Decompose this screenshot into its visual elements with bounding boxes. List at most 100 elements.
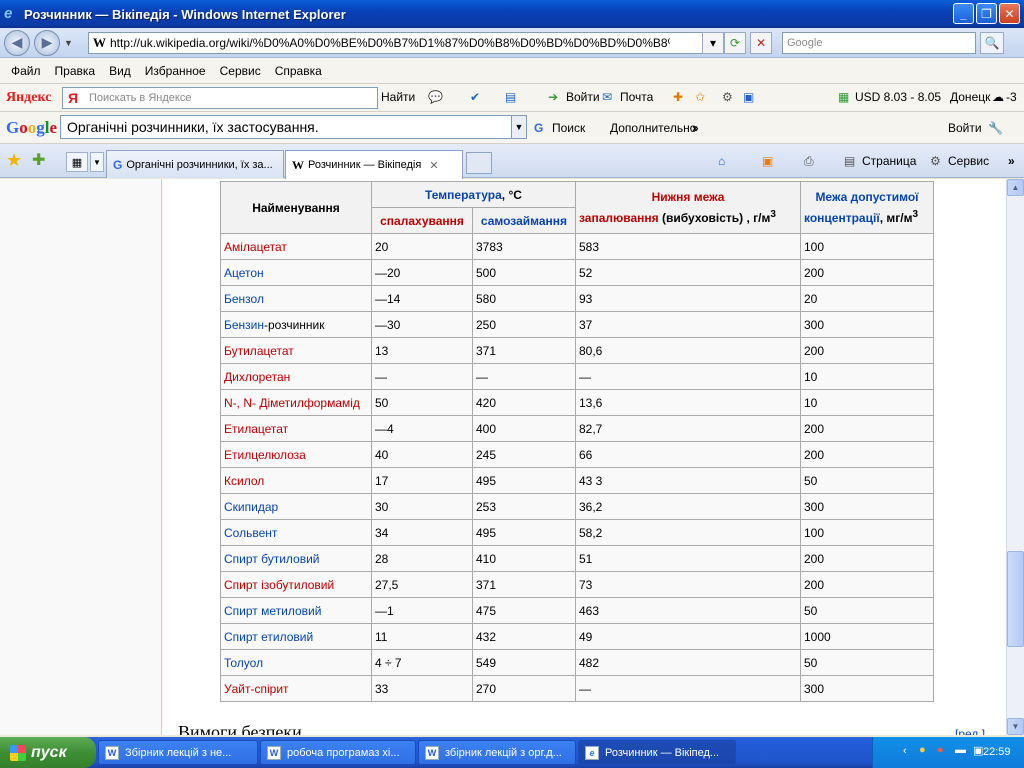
section-edit-link[interactable]: [ред.]	[955, 727, 985, 735]
rss-icon[interactable]: ▣	[762, 154, 773, 168]
tab-list-dropdown-icon[interactable]: ▼	[90, 152, 104, 172]
maximize-button[interactable]: ❐	[976, 3, 997, 24]
minimize-button[interactable]: _	[953, 3, 974, 24]
solvent-link[interactable]: Сольвент	[224, 526, 277, 540]
tab-close-icon[interactable]: ✕	[429, 159, 438, 172]
yandex-search-input[interactable]: Я Поискать в Яндексе	[62, 87, 378, 109]
wrench-icon[interactable]: 🔧	[988, 121, 1003, 135]
menu-tools[interactable]: Сервис	[213, 64, 268, 78]
search-input[interactable]: Google	[782, 32, 976, 54]
forward-button[interactable]: ▶	[34, 29, 60, 56]
solvent-link[interactable]: Скипидар	[224, 500, 278, 514]
scroll-up-icon[interactable]: ▲	[1007, 179, 1024, 196]
google-logo[interactable]: Google	[6, 118, 57, 138]
address-input[interactable]: W http://uk.wikipedia.org/wiki/%D0%A0%D0…	[88, 32, 718, 54]
solvent-link[interactable]: Ацетон	[224, 266, 264, 280]
tray-arrow-icon[interactable]: ‹	[903, 745, 907, 757]
scroll-down-icon[interactable]: ▼	[1007, 718, 1024, 735]
tools-menu-button[interactable]: Сервис	[948, 154, 989, 168]
add-favorites-icon[interactable]: ✚	[32, 150, 45, 170]
tray-warning-icon[interactable]: ●	[937, 744, 944, 756]
google-search-button[interactable]: Поиск	[552, 121, 585, 135]
google-search-input[interactable]: Органічні розчинники, їх застосування.	[60, 115, 512, 139]
tray-alert-icon[interactable]: ●	[919, 744, 926, 756]
chevron-more-icon[interactable]: »	[1008, 154, 1015, 168]
close-button[interactable]: ✕	[999, 3, 1020, 24]
favorites-star-icon[interactable]: ★	[6, 150, 22, 171]
solvent-link[interactable]: Бутилацетат	[224, 344, 294, 358]
weather-temp: -3	[1006, 90, 1017, 104]
solvent-link[interactable]: Ксилол	[224, 474, 264, 488]
task-lectures-1[interactable]: W Збірник лекцій з не...	[98, 740, 258, 765]
back-button[interactable]: ◀	[4, 29, 30, 56]
menu-file[interactable]: Файл	[4, 64, 48, 78]
task-program[interactable]: Wробоча програмаз хі...	[260, 740, 416, 765]
cell-autoign: 580	[472, 285, 576, 312]
cell-limit: 200	[800, 545, 934, 572]
currency-rate[interactable]: USD 8.03 - 8.05	[855, 90, 941, 104]
stop-icon[interactable]: ✕	[750, 32, 772, 54]
solvent-link[interactable]: Етилцелюлоза	[224, 448, 306, 462]
solvent-link[interactable]: Уайт-спірит	[224, 682, 289, 696]
yandex-logo[interactable]: Яндекс	[6, 90, 51, 106]
task-wikipedia[interactable]: e Розчинник — Вікіпед...	[578, 740, 736, 765]
new-tab-button[interactable]	[466, 152, 492, 174]
cell-lower: —	[575, 363, 801, 390]
refresh-icon[interactable]: ⟳	[724, 32, 746, 54]
cell-lower: 93	[575, 285, 801, 312]
solvent-link[interactable]: Спирт етиловий	[224, 630, 313, 644]
menu-help[interactable]: Справка	[268, 64, 329, 78]
concentration-link[interactable]: концентрації	[804, 211, 880, 225]
tab-organic-solvents[interactable]: G Органічні розчинники, їх за...	[106, 150, 284, 178]
menu-favorites[interactable]: Избранное	[138, 64, 213, 78]
solvent-link[interactable]: Спирт метиловий	[224, 604, 321, 618]
cell-limit: 100	[800, 233, 934, 260]
tray-lv-icon[interactable]: ▣	[973, 744, 983, 757]
solvent-link[interactable]: Спирт бутиловий	[224, 552, 320, 566]
solvent-link[interactable]: Дихлоретан	[224, 370, 290, 384]
solvent-link[interactable]: Етилацетат	[224, 422, 288, 436]
solvent-link[interactable]: N-, N- Діметилформамід	[224, 396, 360, 410]
vertical-scrollbar[interactable]: ▲ ▼	[1006, 179, 1024, 735]
solvent-link[interactable]: Толуол	[224, 656, 263, 670]
yandex-find-button[interactable]: Найти	[381, 90, 415, 104]
start-button[interactable]: пуск	[0, 737, 96, 768]
star-add-icon[interactable]: ✩	[695, 90, 705, 104]
ignition-link[interactable]: запалювання	[579, 211, 659, 225]
page-menu-button[interactable]: Страница	[862, 154, 916, 168]
history-dropdown-icon[interactable]: ▼	[64, 38, 73, 48]
yandex-mail-button[interactable]: Почта	[620, 90, 653, 104]
bookmark-add-icon[interactable]: ✚	[673, 90, 683, 104]
google-more-button[interactable]: Дополнительно	[610, 121, 696, 135]
weather-city[interactable]: Донецк	[950, 90, 990, 104]
menu-edit[interactable]: Правка	[48, 64, 103, 78]
google-dropdown-icon[interactable]: ▼	[511, 115, 527, 139]
title-bar[interactable]: e Розчинник — Вікіпедія - Windows Intern…	[0, 0, 1024, 28]
yandex-extra-icon[interactable]: ▣	[743, 90, 754, 104]
task-lectures-2[interactable]: Wзбірник лекцій з орг.д...	[418, 740, 576, 765]
spellcheck-icon[interactable]: ✔	[470, 90, 480, 104]
settings-gear-icon[interactable]: ⚙	[722, 90, 733, 104]
address-dropdown-icon[interactable]: ▾	[702, 32, 724, 54]
solvent-link[interactable]: Спирт ізобутиловий	[224, 578, 334, 592]
translate-icon[interactable]: ▤	[505, 90, 516, 104]
tab-solvent-wikipedia[interactable]: W Розчинник — Вікіпедія ✕	[285, 150, 463, 179]
yandex-login-button[interactable]: Войти	[566, 90, 600, 104]
tray-flag-icon[interactable]: ▬	[955, 744, 966, 756]
lower-limit-link[interactable]: Нижня межа	[652, 190, 725, 204]
google-login-button[interactable]: Войти	[948, 121, 982, 135]
menu-view[interactable]: Вид	[102, 64, 138, 78]
home-icon[interactable]: ⌂	[718, 154, 725, 168]
solvent-link[interactable]: Бензин	[224, 318, 264, 332]
quick-tabs-icon[interactable]: ▦	[66, 152, 88, 172]
solvent-link[interactable]: Амілацетат	[224, 240, 287, 254]
header-flash: спалахування	[371, 207, 473, 234]
print-icon[interactable]: ⎙	[804, 154, 814, 169]
speech-bubble-icon[interactable]: 💬	[428, 90, 443, 104]
search-icon[interactable]: 🔍	[980, 32, 1004, 54]
clock[interactable]: 22:59	[983, 746, 1011, 758]
temperature-link[interactable]: Температура	[425, 188, 502, 202]
scroll-thumb[interactable]	[1007, 551, 1024, 647]
limit-link[interactable]: Межа допустимої	[815, 190, 918, 204]
solvent-link[interactable]: Бензол	[224, 292, 264, 306]
